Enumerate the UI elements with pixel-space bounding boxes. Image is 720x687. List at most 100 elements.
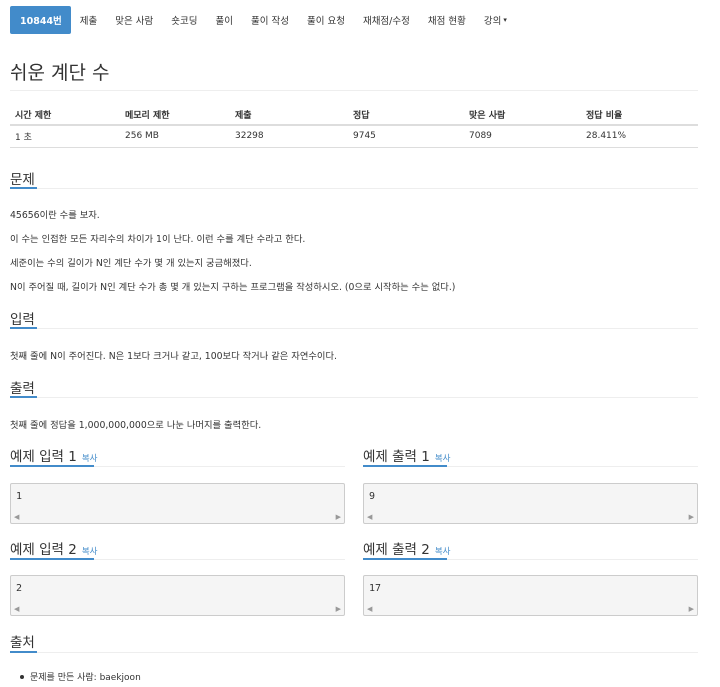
time-limit-value: 1 초 [10, 125, 120, 148]
input-description: 첫째 줄에 N이 주어진다. N은 1보다 크거나 같고, 100보다 작거나 … [10, 351, 337, 362]
section-underline [10, 558, 94, 560]
accept-ratio-value: 28.411% [581, 125, 698, 148]
horizontal-scrollbar[interactable]: ◀ ▶ [12, 512, 343, 522]
sample-input-2-heading: 예제 입력 2 복사 [10, 538, 98, 558]
source-list: 문제를 만든 사람: baekjoon [20, 670, 141, 683]
horizontal-scrollbar[interactable]: ◀ ▶ [365, 512, 696, 522]
tab-label: 재채점/수정 [362, 16, 410, 27]
tab-label: 10844번 [20, 16, 62, 27]
header-submissions: 제출 [230, 104, 348, 126]
source-heading: 출처 [10, 631, 35, 651]
section-divider [10, 188, 698, 189]
horizontal-scrollbar[interactable]: ◀ ▶ [365, 604, 696, 614]
section-heading: 출력 [10, 381, 35, 397]
section-divider [10, 328, 698, 329]
sample-output-1-heading: 예제 출력 1 복사 [363, 445, 451, 465]
section-underline [363, 465, 447, 467]
sample-label: 예제 출력 2 [363, 542, 430, 558]
sample-input-value: 1 [16, 491, 23, 502]
scroll-right-icon[interactable]: ▶ [687, 605, 696, 613]
tab-lectures[interactable]: 강의 ▾ [475, 6, 516, 34]
description-line: 세준이는 수의 길이가 N인 계단 수가 몇 개 있는지 궁금해졌다. [10, 258, 252, 269]
sample-output-value: 17 [369, 583, 382, 594]
sample-input-value: 2 [16, 583, 23, 594]
scroll-left-icon[interactable]: ◀ [365, 513, 374, 521]
header-time-limit: 시간 제한 [10, 104, 120, 126]
tab-label: 강의 [483, 16, 502, 27]
tab-label: 풀이 요청 [306, 16, 345, 27]
tab-label: 채점 현황 [427, 16, 466, 27]
copy-button[interactable]: 복사 [82, 547, 98, 557]
tab-write-solution[interactable]: 풀이 작성 [242, 6, 298, 34]
solved-users-value: 7089 [464, 125, 581, 148]
section-underline [363, 558, 447, 560]
description-line: 이 수는 인접한 모든 자리수의 차이가 1이 난다. 이런 수를 계단 수라고… [10, 234, 306, 245]
section-heading: 입력 [10, 312, 35, 328]
scroll-left-icon[interactable]: ◀ [12, 605, 21, 613]
scroll-right-icon[interactable]: ▶ [334, 513, 343, 521]
memory-limit-value: 256 MB [120, 125, 230, 148]
source-author: 문제를 만든 사람: baekjoon [30, 673, 141, 683]
header-solved-users: 맞은 사람 [464, 104, 581, 126]
section-divider [10, 397, 698, 398]
sample-output-2-heading: 예제 출력 2 복사 [363, 538, 451, 558]
section-underline [10, 187, 37, 189]
copy-button[interactable]: 복사 [435, 454, 451, 464]
sample-output-value: 9 [369, 491, 376, 502]
sample-input-box[interactable]: 2 ◀ ▶ [10, 575, 345, 616]
tab-label: 풀이 [215, 16, 233, 27]
scroll-right-icon[interactable]: ▶ [687, 513, 696, 521]
section-underline [10, 396, 37, 398]
description-line: 45656이란 수를 보자. [10, 210, 100, 221]
copy-button[interactable]: 복사 [435, 547, 451, 557]
dropdown-caret-icon: ▾ [503, 16, 507, 24]
scroll-left-icon[interactable]: ◀ [12, 513, 21, 521]
output-heading: 출력 [10, 377, 35, 397]
input-heading: 입력 [10, 308, 35, 328]
submissions-value: 32298 [230, 125, 348, 148]
description-heading: 문제 [10, 168, 35, 188]
description-line: N이 주어질 때, 길이가 N인 계단 수가 총 몇 개 있는지 구하는 프로그… [10, 282, 456, 293]
table-header-row: 시간 제한 메모리 제한 제출 정답 맞은 사람 정답 비율 [10, 104, 698, 126]
section-divider [10, 652, 698, 653]
header-memory-limit: 메모리 제한 [120, 104, 230, 126]
horizontal-scrollbar[interactable]: ◀ ▶ [12, 604, 343, 614]
copy-button[interactable]: 복사 [82, 454, 98, 464]
scroll-left-icon[interactable]: ◀ [365, 605, 374, 613]
sample-output-box[interactable]: 17 ◀ ▶ [363, 575, 698, 616]
page-title: 쉬운 계단 수 [10, 62, 110, 84]
scroll-right-icon[interactable]: ▶ [334, 605, 343, 613]
output-description: 첫째 줄에 정답을 1,000,000,000으로 나눈 나머지를 출력한다. [10, 420, 262, 431]
tab-submit[interactable]: 제출 [71, 6, 106, 34]
tab-rejudge[interactable]: 재채점/수정 [354, 6, 419, 34]
tab-solutions[interactable]: 풀이 [207, 6, 242, 34]
problem-nav-tabs: 10844번 제출 맞은 사람 숏코딩 풀이 풀이 작성 풀이 요청 재채점/수… [10, 6, 516, 34]
header-accepted: 정답 [348, 104, 464, 126]
tab-label: 숏코딩 [171, 16, 198, 27]
sample-label: 예제 입력 2 [10, 542, 77, 558]
section-heading: 문제 [10, 172, 35, 188]
section-heading: 출처 [10, 635, 35, 651]
table-row: 1 초 256 MB 32298 9745 7089 28.411% [10, 125, 698, 148]
tab-problem-number[interactable]: 10844번 [10, 6, 71, 34]
tab-short-coding[interactable]: 숏코딩 [162, 6, 206, 34]
tab-label: 풀이 작성 [250, 16, 289, 27]
sample-label: 예제 출력 1 [363, 449, 430, 465]
section-underline [10, 651, 37, 653]
header-accept-ratio: 정답 비율 [581, 104, 698, 126]
title-divider [10, 90, 698, 91]
bullet-icon [20, 674, 24, 679]
tab-request-solution[interactable]: 풀이 요청 [298, 6, 354, 34]
tab-accepted-users[interactable]: 맞은 사람 [106, 6, 162, 34]
problem-info-table: 시간 제한 메모리 제한 제출 정답 맞은 사람 정답 비율 1 초 256 M… [10, 104, 698, 148]
tab-status[interactable]: 채점 현황 [419, 6, 475, 34]
sample-output-box[interactable]: 9 ◀ ▶ [363, 483, 698, 524]
sample-input-1-heading: 예제 입력 1 복사 [10, 445, 98, 465]
accepted-value: 9745 [348, 125, 464, 148]
sample-input-box[interactable]: 1 ◀ ▶ [10, 483, 345, 524]
tab-label: 맞은 사람 [115, 16, 154, 27]
tab-label: 제출 [79, 16, 98, 27]
section-underline [10, 465, 94, 467]
sample-label: 예제 입력 1 [10, 449, 77, 465]
section-underline [10, 327, 37, 329]
